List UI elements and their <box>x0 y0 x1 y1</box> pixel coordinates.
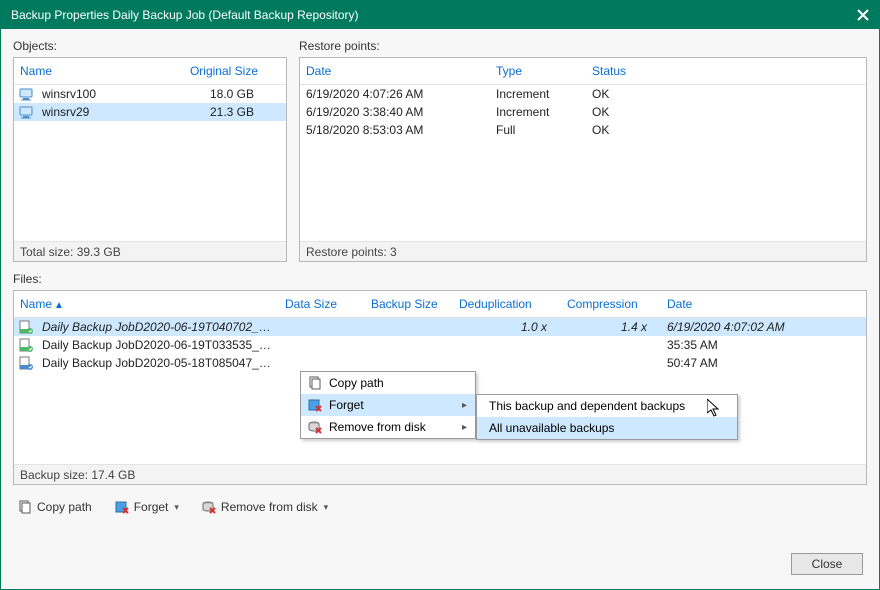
chevron-down-icon: ▾ <box>174 502 179 513</box>
file-date: 6/19/2020 4:07:02 AM <box>661 320 841 334</box>
toolbar: Copy path Forget ▾ Remove from disk ▾ <box>13 497 867 517</box>
object-size: 18.0 GB <box>174 87 264 101</box>
content: Objects: Name Original Size winsrv10018.… <box>1 29 879 529</box>
files-header-dedup[interactable]: Deduplication <box>453 295 561 313</box>
files-row[interactable]: Daily Backup JobD2020-06-19T040702_EF1..… <box>14 318 866 336</box>
menu-item-label: Remove from disk <box>325 420 448 434</box>
backup-file-icon <box>18 337 34 353</box>
close-icon[interactable] <box>855 7 871 23</box>
object-size: 21.3 GB <box>174 105 264 119</box>
remove-from-disk-button[interactable]: Remove from disk ▾ <box>197 497 332 517</box>
context-menu: Copy path Forget ▸ Remove from disk ▸ <box>300 371 476 439</box>
menu-item-label: Forget <box>325 398 448 412</box>
files-header-comp[interactable]: Compression <box>561 295 661 313</box>
files-row[interactable]: Daily Backup JobD2020-05-18T085047_BE9..… <box>14 354 866 372</box>
dialog-window: Backup Properties Daily Backup Job (Defa… <box>0 0 880 590</box>
vm-icon <box>18 86 34 102</box>
file-comp: 1.4 x <box>561 320 661 334</box>
restore-row[interactable]: 6/19/2020 3:38:40 AMIncrementOK <box>300 103 866 121</box>
restore-status: Restore points: 3 <box>300 241 866 261</box>
objects-row[interactable]: winsrv2921.3 GB <box>14 103 286 121</box>
file-dedup: 1.0 x <box>453 320 561 334</box>
submenu-item[interactable]: All unavailable backups <box>477 417 737 439</box>
sort-asc-icon: ▲ <box>54 300 64 311</box>
vm-icon <box>18 104 34 120</box>
restore-date: 5/18/2020 8:53:03 AM <box>300 123 490 137</box>
objects-status: Total size: 39.3 GB <box>14 241 286 261</box>
backup-file-icon <box>18 319 34 335</box>
restore-row[interactable]: 6/19/2020 4:07:26 AMIncrementOK <box>300 85 866 103</box>
forget-button[interactable]: Forget ▾ <box>110 497 183 517</box>
remove-icon <box>201 499 217 515</box>
window-title: Backup Properties Daily Backup Job (Defa… <box>11 8 359 22</box>
forget-icon <box>114 499 130 515</box>
chevron-down-icon: ▾ <box>324 502 329 513</box>
backup-file-icon <box>18 355 34 371</box>
submenu-item-label: This backup and dependent backups <box>481 399 729 413</box>
restore-type: Full <box>490 123 586 137</box>
objects-label: Objects: <box>13 39 287 53</box>
chevron-right-icon: ▸ <box>462 422 467 433</box>
restore-label: Restore points: <box>299 39 867 53</box>
files-header-date[interactable]: Date <box>661 295 841 313</box>
file-name: Daily Backup JobD2020-06-19T033535_62D..… <box>36 338 279 352</box>
restore-header-status[interactable]: Status <box>586 62 666 80</box>
file-date: 35:35 AM <box>661 338 841 352</box>
restore-date: 6/19/2020 3:38:40 AM <box>300 105 490 119</box>
files-header-data-size[interactable]: Data Size <box>279 295 365 313</box>
objects-header-size[interactable]: Original Size <box>174 62 264 80</box>
titlebar: Backup Properties Daily Backup Job (Defa… <box>1 1 879 29</box>
copy-icon <box>17 499 33 515</box>
files-row[interactable]: Daily Backup JobD2020-06-19T033535_62D..… <box>14 336 866 354</box>
close-button[interactable]: Close <box>791 553 863 575</box>
restore-status-cell: OK <box>586 105 666 119</box>
copy-icon <box>305 375 325 391</box>
restore-header-type[interactable]: Type <box>490 62 586 80</box>
files-header-name[interactable]: Name▲ <box>14 295 279 313</box>
file-name: Daily Backup JobD2020-05-18T085047_BE9..… <box>36 356 279 370</box>
objects-row[interactable]: winsrv10018.0 GB <box>14 85 286 103</box>
objects-header-name[interactable]: Name <box>14 62 174 80</box>
objects-panel: Name Original Size winsrv10018.0 GBwinsr… <box>13 57 287 262</box>
context-submenu: This backup and dependent backups All una… <box>476 394 738 440</box>
restore-type: Increment <box>490 87 586 101</box>
restore-header-date[interactable]: Date <box>300 62 490 80</box>
menu-item-copy[interactable]: Copy path <box>301 372 475 394</box>
remove-icon <box>305 419 325 435</box>
menu-item-forget[interactable]: Forget ▸ <box>301 394 475 416</box>
file-name: Daily Backup JobD2020-06-19T040702_EF1..… <box>36 320 279 334</box>
menu-item-remove[interactable]: Remove from disk ▸ <box>301 416 475 438</box>
menu-item-label: Copy path <box>325 376 467 390</box>
restore-date: 6/19/2020 4:07:26 AM <box>300 87 490 101</box>
restore-type: Increment <box>490 105 586 119</box>
file-date: 50:47 AM <box>661 356 841 370</box>
submenu-item[interactable]: This backup and dependent backups <box>477 395 737 417</box>
restore-status-cell: OK <box>586 123 666 137</box>
files-status: Backup size: 17.4 GB <box>14 464 866 484</box>
restore-status-cell: OK <box>586 87 666 101</box>
files-header-backup-size[interactable]: Backup Size <box>365 295 453 313</box>
chevron-right-icon: ▸ <box>462 400 467 411</box>
submenu-item-label: All unavailable backups <box>481 421 729 435</box>
object-name: winsrv100 <box>36 87 174 101</box>
object-name: winsrv29 <box>36 105 174 119</box>
files-label: Files: <box>13 272 867 286</box>
copy-path-button[interactable]: Copy path <box>13 497 96 517</box>
forget-icon <box>305 397 325 413</box>
restore-panel: Date Type Status 6/19/2020 4:07:26 AMInc… <box>299 57 867 262</box>
restore-row[interactable]: 5/18/2020 8:53:03 AMFullOK <box>300 121 866 139</box>
